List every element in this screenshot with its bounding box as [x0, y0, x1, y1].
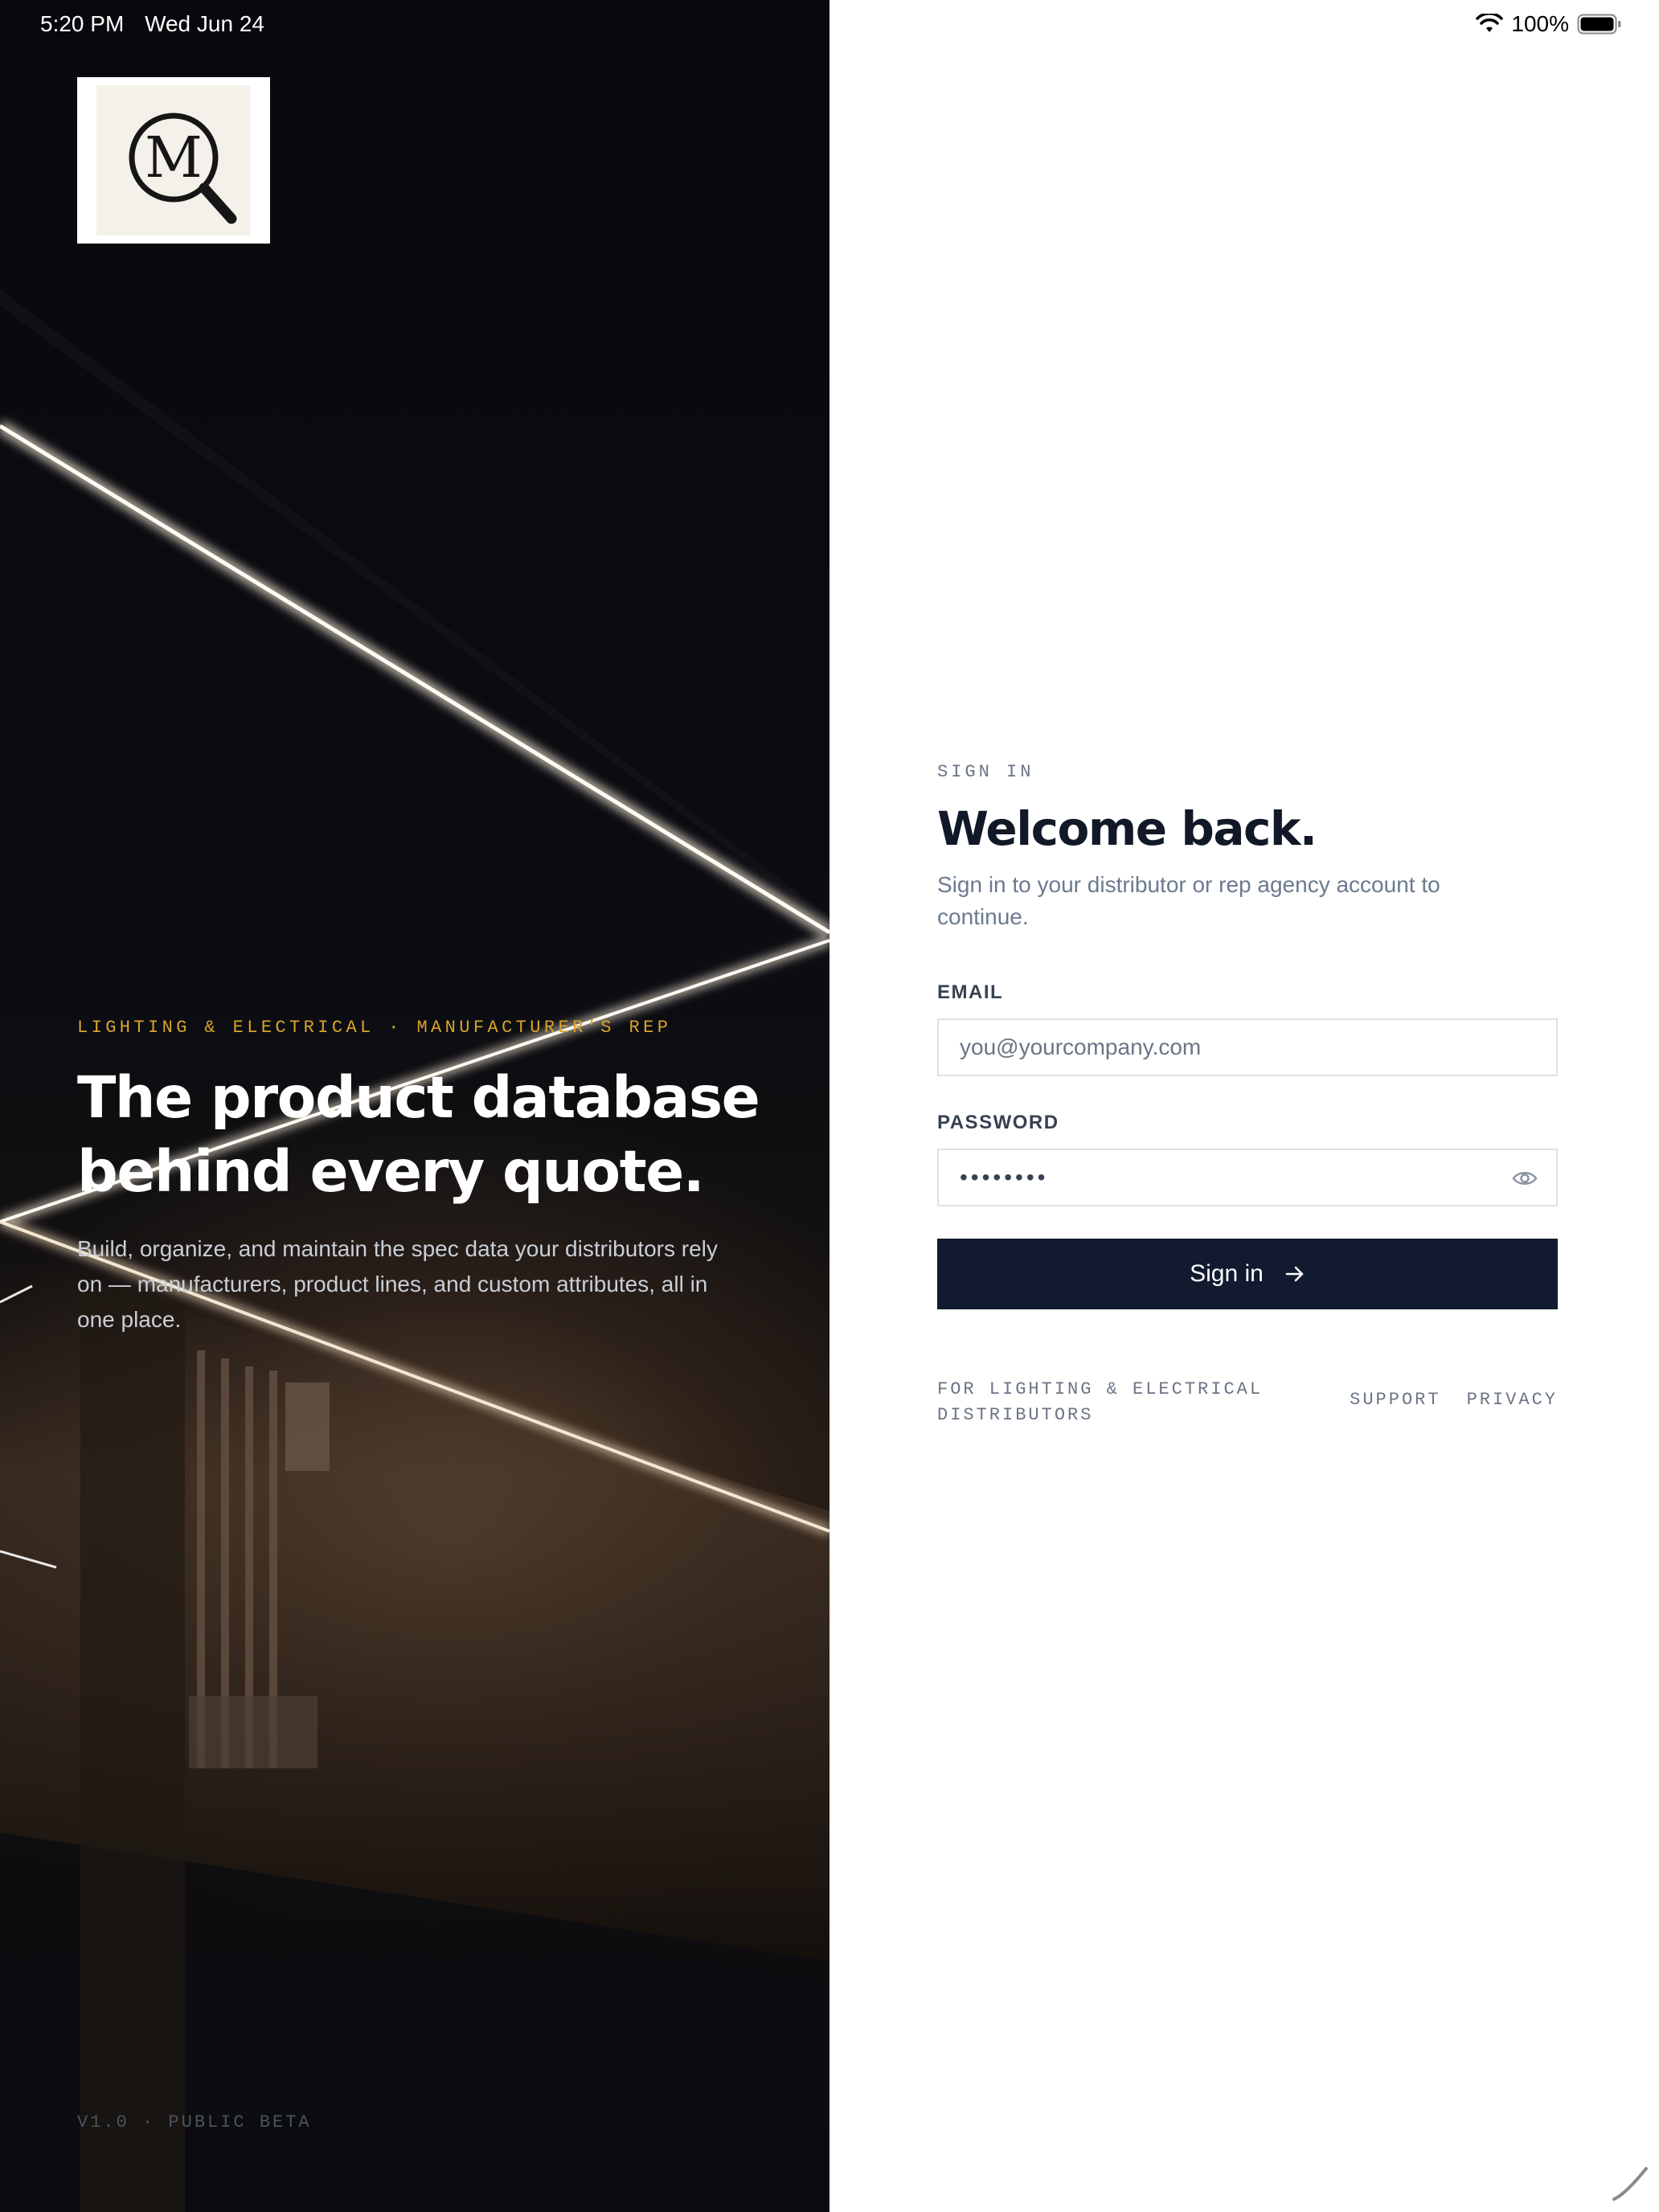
logo-letter: M — [145, 125, 203, 190]
status-bar-right: 100% — [1476, 11, 1622, 37]
footer-links: SUPPORT PRIVACY — [1350, 1390, 1558, 1410]
sign-in-form: SIGN IN Welcome back. Sign in to your di… — [937, 762, 1558, 1428]
form-footer: FOR LIGHTING & ELECTRICAL DISTRIBUTORS S… — [937, 1377, 1558, 1428]
resize-corner-icon — [1612, 2167, 1648, 2201]
logo: M — [77, 77, 270, 244]
sign-in-button[interactable]: Sign in — [937, 1239, 1558, 1309]
logo-mark: M — [96, 85, 251, 236]
password-value: •••••••• — [960, 1165, 1049, 1190]
magnifier-logo-icon: M — [129, 113, 237, 224]
page-title: Welcome back. — [937, 801, 1317, 856]
wifi-icon — [1476, 14, 1504, 32]
battery-percent: 100% — [1511, 11, 1569, 36]
status-bar-left: 5:20 PM Wed Jun 24 — [40, 11, 279, 37]
support-link[interactable]: SUPPORT — [1350, 1390, 1440, 1410]
show-password-eye-icon[interactable] — [1511, 1166, 1538, 1190]
email-label: EMAIL — [937, 981, 1004, 1003]
hero-description: Build, organize, and maintain the spec d… — [77, 1236, 718, 1332]
battery-icon — [1577, 14, 1621, 35]
hero-title-line-1: The product database — [77, 1064, 760, 1131]
sign-in-subtitle: Sign in to your distributor or rep agenc… — [937, 872, 1440, 929]
password-label: PASSWORD — [937, 1112, 1059, 1133]
version-label: V1.0 · PUBLIC BETA — [77, 2112, 312, 2132]
hero-panel: M LIGHTING & ELECTRICAL · MANUFACTURER'S… — [0, 0, 830, 2212]
email-field-wrapper — [937, 1018, 1558, 1076]
hero-eyebrow: LIGHTING & ELECTRICAL · MANUFACTURER'S R… — [77, 1018, 672, 1038]
sign-in-eyebrow: SIGN IN — [937, 762, 1034, 782]
hero-title-line-2: behind every quote. — [77, 1138, 705, 1205]
footer-tagline: FOR LIGHTING & ELECTRICAL DISTRIBUTORS — [937, 1379, 1264, 1425]
arrow-right-icon — [1285, 1266, 1304, 1282]
sign-in-button-label: Sign in — [1190, 1260, 1264, 1287]
status-time: 5:20 PM — [40, 11, 125, 36]
hero-title: The product database behind every quote. — [77, 1061, 768, 1209]
privacy-link[interactable]: PRIVACY — [1467, 1390, 1558, 1410]
password-field[interactable]: •••••••• — [937, 1149, 1558, 1206]
status-date: Wed Jun 24 — [145, 11, 264, 36]
email-field[interactable] — [960, 1020, 1535, 1075]
